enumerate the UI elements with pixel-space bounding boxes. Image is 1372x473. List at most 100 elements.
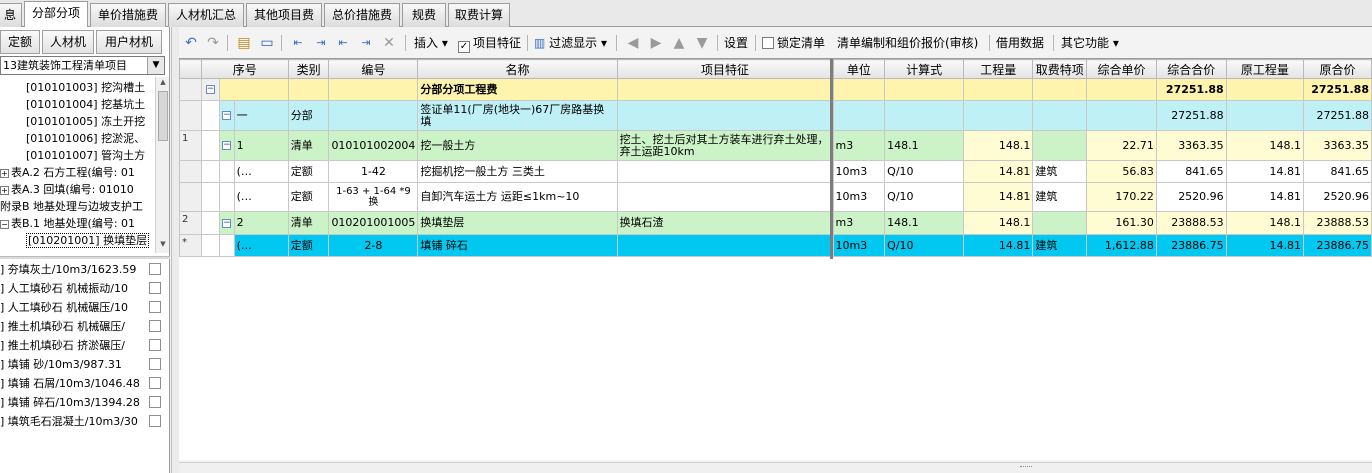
formula-cell[interactable]: 148.1	[884, 130, 965, 161]
formula-cell[interactable]: Q/10	[884, 182, 965, 212]
subtab-user-material[interactable]: 用户材机	[96, 30, 162, 54]
feature-cell[interactable]	[616, 182, 834, 212]
collapse-icon[interactable]: −	[0, 219, 9, 229]
quantity-cell[interactable]	[963, 78, 1034, 101]
tab-fenbu-fenxiang[interactable]: 分部分项	[24, 1, 88, 28]
tab-fee-calculation[interactable]: 取费计算	[448, 3, 510, 27]
fee-type-cell[interactable]: 建筑	[1032, 160, 1088, 183]
list-item[interactable]: ] 填铺 石屑/10m3/1046.48	[0, 374, 170, 393]
panel-splitter[interactable]	[171, 27, 179, 473]
subtab-quota[interactable]: 定额	[0, 30, 40, 54]
tab-fees[interactable]: 规费	[402, 3, 446, 27]
list-item-checkbox[interactable]	[149, 396, 161, 408]
new-page-icon[interactable]: ▤	[235, 34, 253, 52]
name-cell[interactable]: 自卸汽车运土方 运距≤1km~10	[417, 182, 618, 212]
formula-cell[interactable]: Q/10	[884, 160, 965, 183]
chevron-down-icon[interactable]: ▼	[147, 57, 164, 74]
table-row[interactable]: (… 定额 1-63 + 1-64 *9换 自卸汽车运土方 运距≤1km~10 …	[179, 182, 1372, 212]
fee-type-cell[interactable]: 建筑	[1032, 234, 1088, 257]
tab-labor-material-summary[interactable]: 人材机汇总	[168, 3, 244, 27]
fee-type-cell[interactable]	[1032, 211, 1088, 235]
formula-cell[interactable]	[884, 78, 965, 101]
feature-cell[interactable]: 换填石渣	[616, 211, 834, 235]
formula-cell[interactable]: 148.1	[884, 211, 965, 235]
name-cell[interactable]: 分部分项工程费	[417, 78, 618, 101]
feature-toggle[interactable]: ✓ 项目特征	[458, 34, 521, 53]
list-item-checkbox[interactable]	[149, 358, 161, 370]
unit-cell[interactable]: 10m3	[832, 160, 886, 183]
compile-button[interactable]: 清单编制和组价报价(审核)	[837, 34, 978, 52]
feature-cell[interactable]	[616, 78, 834, 101]
tree-node[interactable]: − 表B.1 地基处理(编号: 01	[0, 215, 135, 232]
feature-cell[interactable]	[616, 100, 834, 131]
list-item-checkbox[interactable]	[149, 339, 161, 351]
checkbox-checked-icon[interactable]: ✓	[458, 41, 470, 53]
list-item-checkbox[interactable]	[149, 320, 161, 332]
borrow-data-button[interactable]: 借用数据	[996, 34, 1044, 52]
table-row[interactable]: − 分部分项工程费 27251.88 27251.88	[179, 78, 1372, 101]
collapse-toggle[interactable]: −	[200, 78, 220, 101]
header-cell[interactable]: 序号	[200, 59, 289, 79]
formula-cell[interactable]: Q/10	[884, 234, 965, 257]
tree-item[interactable]: [010101004] 挖基坑土	[26, 96, 145, 113]
expand-icon[interactable]: +	[0, 185, 9, 195]
header-cell[interactable]: 类别	[287, 59, 330, 79]
header-cell[interactable]: 原合价	[1303, 59, 1372, 79]
quantity-cell[interactable]: 14.81	[963, 234, 1034, 257]
tree-item[interactable]: [010101007] 管沟土方	[26, 147, 145, 164]
expand-icon[interactable]: +	[0, 168, 9, 178]
collapse-toggle[interactable]: −	[218, 100, 235, 131]
unit-cell[interactable]: m3	[832, 130, 886, 161]
unit-cell[interactable]: 10m3	[832, 234, 886, 257]
list-item-checkbox[interactable]	[149, 263, 161, 275]
collapse-toggle[interactable]: −	[218, 211, 235, 235]
feature-cell[interactable]	[616, 160, 834, 183]
table-row[interactable]: − 一 分部 签证单11(厂房(地块一)67厂房路基换填 27251.88 27…	[179, 100, 1372, 131]
fee-type-cell[interactable]	[1032, 100, 1088, 131]
list-item[interactable]: ] 填铺 砂/10m3/987.31	[0, 355, 170, 374]
name-cell[interactable]: 换填垫层	[417, 211, 618, 235]
code-cell[interactable]: 1-42	[328, 160, 419, 183]
scrollbar-thumb[interactable]	[158, 91, 168, 141]
unit-cell[interactable]: 10m3	[832, 182, 886, 212]
tab-info[interactable]: 息	[0, 3, 22, 27]
quantity-cell[interactable]: 148.1	[963, 211, 1034, 235]
settings-button[interactable]: 设置	[724, 34, 748, 52]
collapse-icon[interactable]: −	[222, 111, 232, 120]
scroll-down-icon[interactable]: ▼	[157, 240, 169, 252]
list-item-checkbox[interactable]	[149, 282, 161, 294]
list-item[interactable]: ] 人工填砂石 机械振动/10	[0, 279, 170, 298]
frozen-column-divider[interactable]	[830, 59, 833, 259]
scroll-up-icon[interactable]: ▲	[157, 78, 169, 90]
collapse-icon[interactable]: −	[222, 141, 232, 150]
checkbox-unchecked-icon[interactable]	[762, 37, 774, 49]
list-item[interactable]: ] 填筑毛石混凝土/10m3/30	[0, 412, 170, 431]
level-up-icon[interactable]: ⇤	[334, 34, 352, 52]
tab-unit-price-measures[interactable]: 单价措施费	[90, 3, 166, 27]
tree-node[interactable]: 附录B 地基处理与边坡支护工	[0, 198, 143, 215]
list-item-checkbox[interactable]	[149, 377, 161, 389]
arrow-right-icon[interactable]: ▶	[647, 34, 665, 52]
header-cell[interactable]: 综合合价	[1155, 59, 1227, 79]
header-cell[interactable]: 工程量	[963, 59, 1034, 79]
monitor-icon[interactable]: ▭	[258, 34, 276, 52]
header-cell[interactable]: 取费特项	[1032, 59, 1088, 79]
level-down-icon[interactable]: ⇥	[357, 34, 375, 52]
resize-grip[interactable]	[1020, 466, 1032, 469]
tree-item-selected[interactable]: [010201001] 换填垫层	[26, 232, 150, 249]
code-cell[interactable]: 1-63 + 1-64 *9换	[328, 182, 419, 212]
code-cell[interactable]: 010201001005	[328, 211, 419, 235]
other-functions-menu[interactable]: 其它功能 ▾	[1061, 34, 1119, 52]
delete-icon[interactable]: ✕	[380, 34, 398, 52]
unit-cell[interactable]	[832, 100, 886, 131]
filter-menu[interactable]: ▥ 过滤显示 ▾	[534, 34, 607, 52]
redo-icon[interactable]: ↷	[204, 34, 222, 52]
name-cell[interactable]: 签证单11(厂房(地块一)67厂房路基换填	[417, 100, 618, 131]
tree-node[interactable]: + 表A.3 回填(编号: 01010	[0, 181, 134, 198]
library-select[interactable]: 13建筑装饰工程清单项目 ▼	[0, 56, 165, 75]
left-splitter[interactable]	[0, 256, 170, 259]
indent-left-icon[interactable]: ⇤	[289, 34, 307, 52]
fee-type-cell[interactable]	[1032, 130, 1088, 161]
subtab-labor-material[interactable]: 人材机	[42, 30, 94, 54]
quantity-cell[interactable]	[963, 100, 1034, 131]
